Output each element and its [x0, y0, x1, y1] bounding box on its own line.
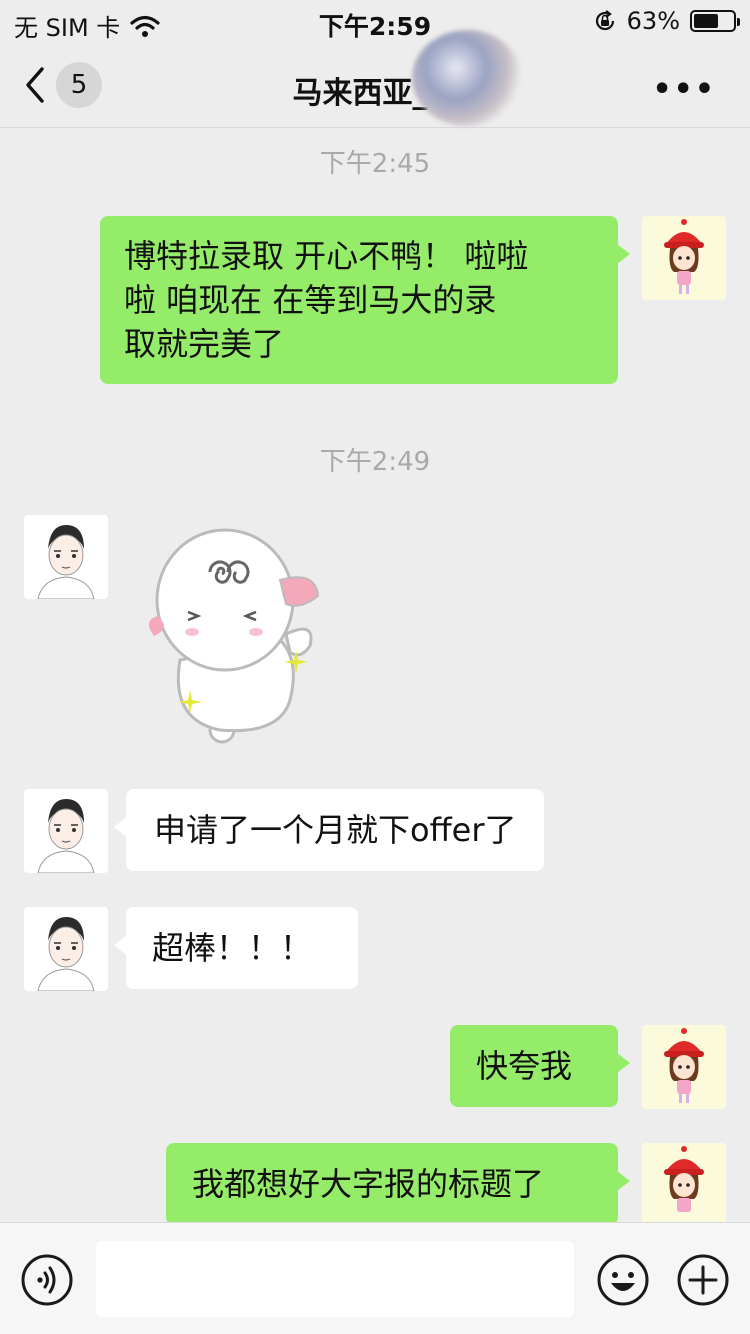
my-avatar[interactable] [642, 216, 726, 300]
contact-avatar[interactable] [24, 789, 108, 873]
dizzy-sheep-sticker[interactable] [140, 520, 340, 750]
input-bar [0, 1222, 750, 1334]
my-avatar[interactable] [642, 1143, 726, 1227]
message-line: 博特拉录取 开心不鸭！ 啦啦 [124, 237, 529, 275]
message-line: 取就完美了 [124, 325, 285, 363]
message-bubble-sent[interactable]: 我都想好大字报的标题了 [166, 1143, 630, 1225]
girl-avatar-icon [664, 219, 704, 294]
my-avatar[interactable] [642, 1025, 726, 1109]
message-bubble-sent[interactable]: 快夸我 [450, 1025, 630, 1107]
more-button[interactable]: ••• [652, 72, 716, 107]
message-input[interactable] [96, 1241, 574, 1317]
status-right: 63% [593, 7, 740, 35]
battery-percent: 63% [626, 7, 680, 35]
message-bubble-received[interactable]: 申请了一个月就下offer了 [113, 789, 545, 871]
voice-button[interactable] [20, 1253, 74, 1307]
rotation-lock-icon [595, 10, 614, 31]
voice-icon [21, 1254, 73, 1306]
contact-avatar[interactable] [24, 907, 108, 991]
emoji-button[interactable] [596, 1253, 650, 1307]
boy-avatar-icon [37, 525, 95, 599]
plus-icon [677, 1254, 729, 1306]
more-actions-button[interactable] [676, 1253, 730, 1307]
timestamp: 下午2:49 [319, 447, 431, 477]
message-bubble-sent[interactable]: 博特拉录取 开心不鸭！ 啦啦 啦 咱现在 在等到马大的录 取就完美了 [100, 216, 630, 384]
boy-avatar-icon [37, 799, 95, 873]
message-bubble-received[interactable]: 超棒！！！ [114, 907, 358, 989]
battery-fill [694, 14, 718, 28]
status-bar: 无 SIM 卡 下午2:59 63% [0, 0, 750, 44]
chat-title: 马来西亚_袁 [292, 76, 458, 111]
girl-avatar-icon [664, 1146, 704, 1212]
chat-header: 5 马来西亚_袁 ••• [0, 30, 750, 128]
battery-icon [690, 10, 740, 32]
blurred-overlay [412, 30, 522, 126]
boy-avatar-icon [37, 917, 95, 991]
timestamp: 下午2:45 [319, 149, 431, 179]
message-line: 啦 咱现在 在等到马大的录 [124, 281, 497, 319]
girl-avatar-icon [664, 1028, 704, 1103]
emoji-icon [597, 1254, 649, 1306]
contact-avatar[interactable] [24, 515, 108, 599]
